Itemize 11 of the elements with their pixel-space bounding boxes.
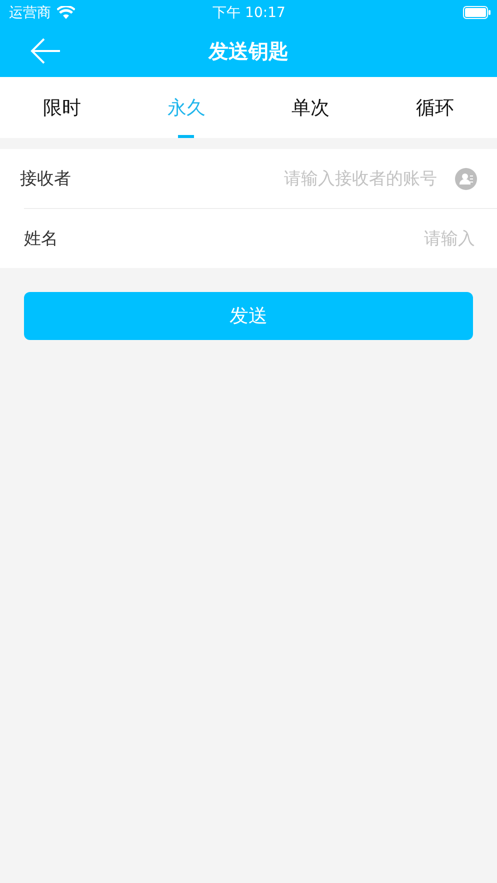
tab[interactable]: 限时 (0, 77, 124, 138)
battery-icon (463, 6, 491, 19)
carrier-label: 运营商 (9, 4, 51, 22)
field-label: 姓名 (24, 228, 59, 250)
tab[interactable]: 循环 (372, 77, 497, 138)
page-title: 发送钥匙 (208, 38, 288, 64)
field-label: 接收者 (20, 168, 72, 190)
contact-icon[interactable] (455, 168, 477, 190)
wifi-icon (57, 6, 75, 19)
tab[interactable]: 单次 (248, 77, 373, 138)
clock-time: 下午 10:17 (212, 4, 286, 22)
